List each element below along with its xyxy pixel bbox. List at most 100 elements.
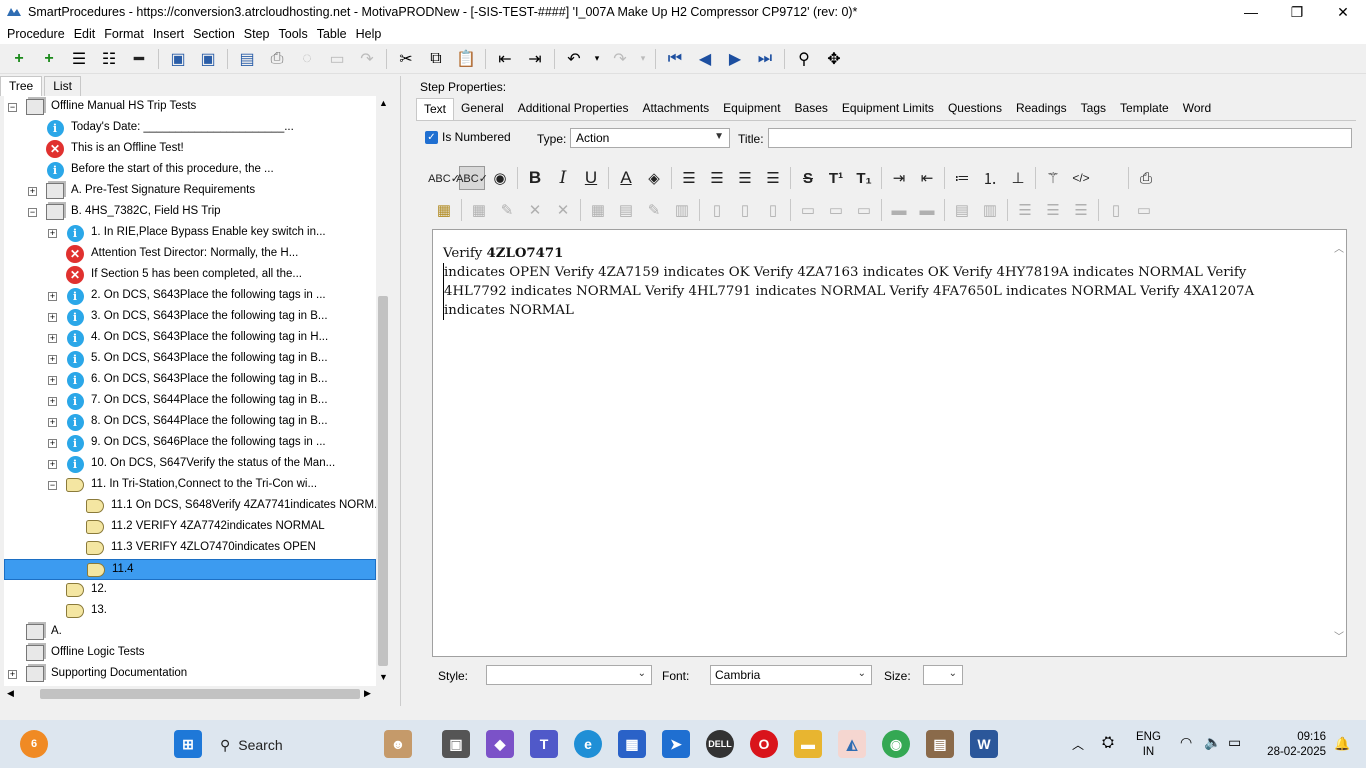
undo-icon[interactable]: ↶ <box>562 47 586 71</box>
tab-tags[interactable]: Tags <box>1074 98 1113 120</box>
expand-icon[interactable]: + <box>48 292 57 301</box>
tree-node[interactable]: i Before the start of this procedure, the… <box>4 160 376 181</box>
delete-column-icon[interactable]: ▯ <box>760 198 786 222</box>
remove-icon[interactable]: ━ <box>127 47 151 71</box>
tree-node[interactable]: − 11. In Tri-Station,Connect to the Tri-C… <box>4 475 376 496</box>
add-icon[interactable]: + <box>7 47 31 71</box>
scroll-up-icon[interactable]: ▲ <box>379 98 388 108</box>
html-source-icon[interactable]: </> <box>1068 166 1094 190</box>
collapse-icon[interactable]: − <box>48 481 57 490</box>
bell-icon[interactable]: 🔔 <box>1334 736 1350 752</box>
save-all-icon[interactable]: ▣ <box>166 47 190 71</box>
tree-node[interactable]: + i 8. On DCS, S644Place the following tag… <box>4 412 376 433</box>
align-center-icon[interactable]: ☰ <box>704 166 730 190</box>
tree-node[interactable]: + i 4. On DCS, S643Place the following tag… <box>4 328 376 349</box>
align-top-icon[interactable]: ☰ <box>1012 198 1038 222</box>
tree-node[interactable]: ✕ This is an Offline Test! <box>4 139 376 160</box>
battery-icon[interactable]: ▭ <box>1228 734 1241 751</box>
copilot-icon[interactable]: ◆ <box>486 730 514 758</box>
table-draw-icon[interactable]: ✎ <box>641 198 667 222</box>
tree-node[interactable]: + i 10. On DCS, S647Verify the status of t… <box>4 454 376 475</box>
tree-node[interactable]: + i 9. On DCS, S646Place the following tag… <box>4 433 376 454</box>
bullet-list-icon[interactable]: ≔ <box>949 166 975 190</box>
next-icon[interactable]: ▶ <box>723 47 747 71</box>
column-width-icon[interactable]: ▯ <box>1103 198 1129 222</box>
tab-bases[interactable]: Bases <box>788 98 835 120</box>
title-input[interactable] <box>768 128 1352 148</box>
opera-icon[interactable]: O <box>750 730 778 758</box>
fill-color-icon[interactable]: ◈ <box>641 166 667 190</box>
scroll-left-icon[interactable]: ◀ <box>7 688 14 699</box>
move-icon[interactable]: ✥ <box>822 47 846 71</box>
insert-line-icon[interactable]: ⊥ <box>1005 166 1031 190</box>
merge-cells-icon[interactable]: ▬ <box>886 198 912 222</box>
edge-icon[interactable]: e <box>574 730 602 758</box>
highlight-icon[interactable]: ◉ <box>487 166 513 190</box>
undo-dropdown-icon[interactable]: ▾ <box>592 47 602 71</box>
scroll-down-icon[interactable]: ﹀ <box>1334 628 1344 643</box>
copy-icon[interactable]: ⧉ <box>424 47 448 71</box>
weather-icon[interactable]: 6 <box>20 730 48 758</box>
bold-icon[interactable]: B <box>522 166 548 190</box>
tree-node[interactable]: + i 6. On DCS, S643Place the following tag… <box>4 370 376 391</box>
table-grid-icon[interactable]: ▦ <box>585 198 611 222</box>
tab-tree[interactable]: Tree <box>0 76 43 96</box>
window-icon[interactable]: ▭ <box>325 47 349 71</box>
menu-procedure[interactable]: Procedure <box>4 27 71 41</box>
menu-help[interactable]: Help <box>353 27 388 41</box>
indent-icon[interactable]: ⇥ <box>886 166 912 190</box>
tree-node[interactable]: Offline Logic Tests <box>4 643 376 664</box>
menu-table[interactable]: Table <box>314 27 353 41</box>
restore-button[interactable]: ❐ <box>1274 0 1320 24</box>
delete-row-icon[interactable]: ▭ <box>851 198 877 222</box>
tree-node[interactable]: + i 3. On DCS, S643Place the following tag… <box>4 307 376 328</box>
tree-node[interactable]: 11.4 <box>4 559 376 580</box>
tree-node[interactable]: i Today's Date: ______________________... <box>4 118 376 139</box>
binoculars-icon[interactable]: ⚲ <box>792 47 816 71</box>
expand-icon[interactable]: + <box>48 313 57 322</box>
tab-equipment[interactable]: Equipment <box>716 98 787 120</box>
windows-start-icon[interactable]: ⊞ <box>174 730 202 758</box>
align-left-icon[interactable]: ☰ <box>676 166 702 190</box>
table-properties-icon[interactable]: ▦ <box>466 198 492 222</box>
cell-properties-icon[interactable]: ✎ <box>494 198 520 222</box>
teams-icon[interactable]: T <box>530 730 558 758</box>
style-select[interactable]: ⌄ <box>486 665 652 685</box>
outdent-icon[interactable]: ⇤ <box>493 47 517 71</box>
tree-node[interactable]: 12. <box>4 580 376 601</box>
tree-node[interactable]: ✕ If Section 5 has been completed, all th… <box>4 265 376 286</box>
type-select[interactable]: Action ▼ <box>570 128 730 148</box>
tab-text[interactable]: Text <box>416 98 455 120</box>
tab-general[interactable]: General <box>454 98 511 120</box>
smartprocedures-taskbar-icon[interactable]: ◭ <box>838 730 866 758</box>
underline-icon[interactable]: U <box>578 166 604 190</box>
tab-list[interactable]: List <box>44 76 81 96</box>
spellcheck-icon[interactable]: ABC✓ <box>428 166 460 190</box>
save-icon[interactable]: ▣ <box>196 47 220 71</box>
menu-section[interactable]: Section <box>190 27 241 41</box>
step-text-editor[interactable]: Verify 4ZLO7471 indicates OPEN Verify 4Z… <box>432 229 1347 657</box>
refresh-icon[interactable]: ◌ <box>295 47 319 71</box>
close-button[interactable]: ✕ <box>1320 0 1366 24</box>
dell-icon[interactable]: DELL <box>706 730 734 758</box>
row-height-icon[interactable]: ▭ <box>1131 198 1157 222</box>
system-clock[interactable]: 09:16 28-02-2025 <box>1262 730 1326 760</box>
language-indicator[interactable]: ENG IN <box>1136 730 1161 760</box>
font-color-icon[interactable]: A <box>613 166 639 190</box>
menu-edit[interactable]: Edit <box>71 27 102 41</box>
remote-desktop-icon[interactable]: ▤ <box>926 730 954 758</box>
menu-insert[interactable]: Insert <box>150 27 190 41</box>
task-view-icon[interactable]: ▣ <box>442 730 470 758</box>
row-below-icon[interactable]: ▭ <box>823 198 849 222</box>
add-child-icon[interactable]: + <box>37 47 61 71</box>
indent-icon[interactable]: ⇥ <box>523 47 547 71</box>
volume-icon[interactable]: 🔈 <box>1204 734 1221 751</box>
checkmark-icon[interactable]: ✓ <box>425 130 438 144</box>
tree-node[interactable]: 11.3 VERIFY 4ZLO7470indicates OPEN <box>4 538 376 559</box>
split-cells-icon[interactable]: ▬ <box>914 198 940 222</box>
tab-readings[interactable]: Readings <box>1009 98 1074 120</box>
collapse-icon[interactable]: − <box>8 103 17 112</box>
editor-vertical-scrollbar[interactable]: ︿ ﹀ <box>1332 230 1346 656</box>
table-edit-icon[interactable]: ▤ <box>613 198 639 222</box>
tree-node[interactable]: + i 7. On DCS, S644Place the following tag… <box>4 391 376 412</box>
